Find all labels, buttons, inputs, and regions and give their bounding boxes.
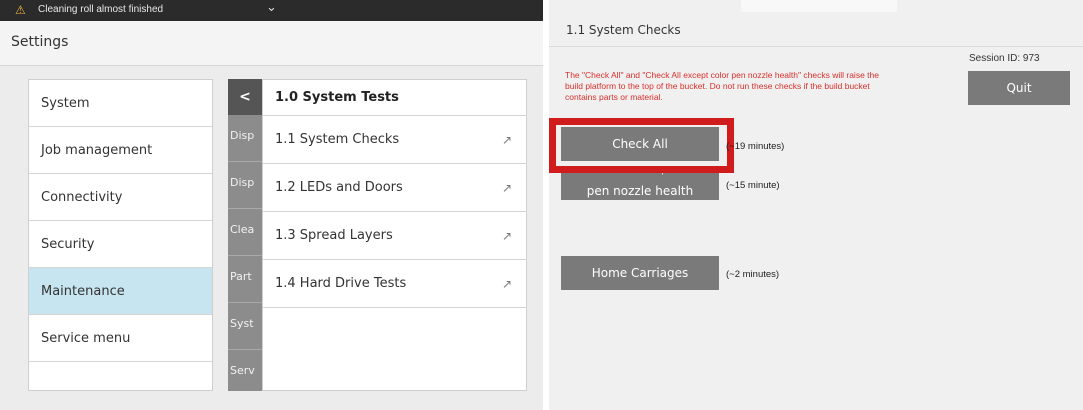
open-arrow-icon: ↗ [501, 277, 512, 291]
submenu-item[interactable]: Disp [228, 162, 262, 209]
test-item-label: 1.1 System Checks [275, 132, 400, 147]
open-arrow-icon: ↗ [501, 181, 512, 195]
submenu-item[interactable]: Serv [228, 350, 262, 391]
page-title: 1.1 System Checks [566, 23, 681, 37]
check-all-duration: (~19 minutes) [726, 141, 785, 152]
submenu-item[interactable]: Clea [228, 209, 262, 256]
settings-item-security[interactable]: Security [29, 221, 212, 268]
settings-screen: ⚠ Cleaning roll almost finished ⌄ Settin… [0, 0, 543, 410]
test-item-system-checks[interactable]: 1.1 System Checks ↗ [263, 116, 526, 164]
test-item-spread-layers[interactable]: 1.3 Spread Layers ↗ [263, 212, 526, 260]
chevron-down-icon[interactable]: ⌄ [266, 0, 277, 15]
settings-item-label: System [41, 96, 90, 111]
submenu-item[interactable]: Syst [228, 303, 262, 350]
settings-item-system[interactable]: System [29, 80, 212, 127]
settings-item-connectivity[interactable]: Connectivity [29, 174, 212, 221]
highlight-box [549, 118, 734, 173]
quit-button[interactable]: Quit [968, 71, 1070, 105]
open-arrow-icon: ↗ [501, 133, 512, 147]
settings-item-service-menu[interactable]: Service menu [29, 315, 212, 362]
submenu-item-label: Disp [230, 176, 255, 189]
settings-menu: System Job management Connectivity Secur… [28, 79, 213, 391]
settings-item-label: Connectivity [41, 190, 123, 205]
submenu-item-label: Clea [230, 223, 255, 236]
maintenance-submenu: < Disp Disp Clea Part Syst Serv [228, 79, 262, 391]
system-checks-header: 1.1 System Checks [549, 12, 1083, 47]
settings-item-label: Security [41, 237, 95, 252]
session-id: Session ID: 973 [969, 53, 1040, 64]
back-button[interactable]: < [228, 79, 262, 115]
submenu-item[interactable]: Part [228, 256, 262, 303]
page-title: Settings [11, 34, 69, 50]
submenu-item-label: Part [230, 270, 252, 283]
test-item-hard-drive-tests[interactable]: 1.4 Hard Drive Tests ↗ [263, 260, 526, 308]
test-item-leds-and-doors[interactable]: 1.2 LEDs and Doors ↗ [263, 164, 526, 212]
submenu-item[interactable]: Disp [228, 115, 262, 162]
submenu-item-label: Disp [230, 129, 255, 142]
button-label-line2: pen nozzle health [586, 184, 694, 198]
test-item-label: 1.3 Spread Layers [275, 228, 393, 243]
status-bar: ⚠ Cleaning roll almost finished ⌄ [0, 0, 543, 21]
settings-item-label: Job management [41, 143, 153, 158]
home-carriages-duration: (~2 minutes) [726, 269, 780, 280]
settings-item-maintenance[interactable]: Maintenance [29, 268, 212, 315]
system-tests-panel: 1.0 System Tests 1.1 System Checks ↗ 1.2… [262, 79, 527, 391]
settings-item-job-management[interactable]: Job management [29, 127, 212, 174]
warning-message: The "Check All" and "Check All except co… [565, 70, 879, 102]
submenu-item-label: Syst [230, 317, 254, 330]
system-tests-header: 1.0 System Tests [263, 80, 526, 116]
check-all-except-duration: (~15 minute) [726, 180, 780, 191]
submenu-item-label: Serv [230, 364, 255, 377]
system-checks-screen: 1.1 System Checks Session ID: 973 Quit T… [549, 0, 1083, 410]
settings-item-empty [29, 362, 212, 409]
settings-header: Settings [0, 21, 543, 66]
settings-item-label: Maintenance [41, 284, 125, 299]
warning-icon: ⚠ [15, 3, 26, 17]
home-carriages-button[interactable]: Home Carriages [561, 256, 719, 290]
test-item-label: 1.2 LEDs and Doors [275, 180, 403, 195]
status-message: Cleaning roll almost finished [38, 4, 164, 15]
open-arrow-icon: ↗ [501, 229, 512, 243]
test-item-label: 1.4 Hard Drive Tests [275, 276, 407, 291]
settings-item-label: Service menu [41, 331, 131, 346]
